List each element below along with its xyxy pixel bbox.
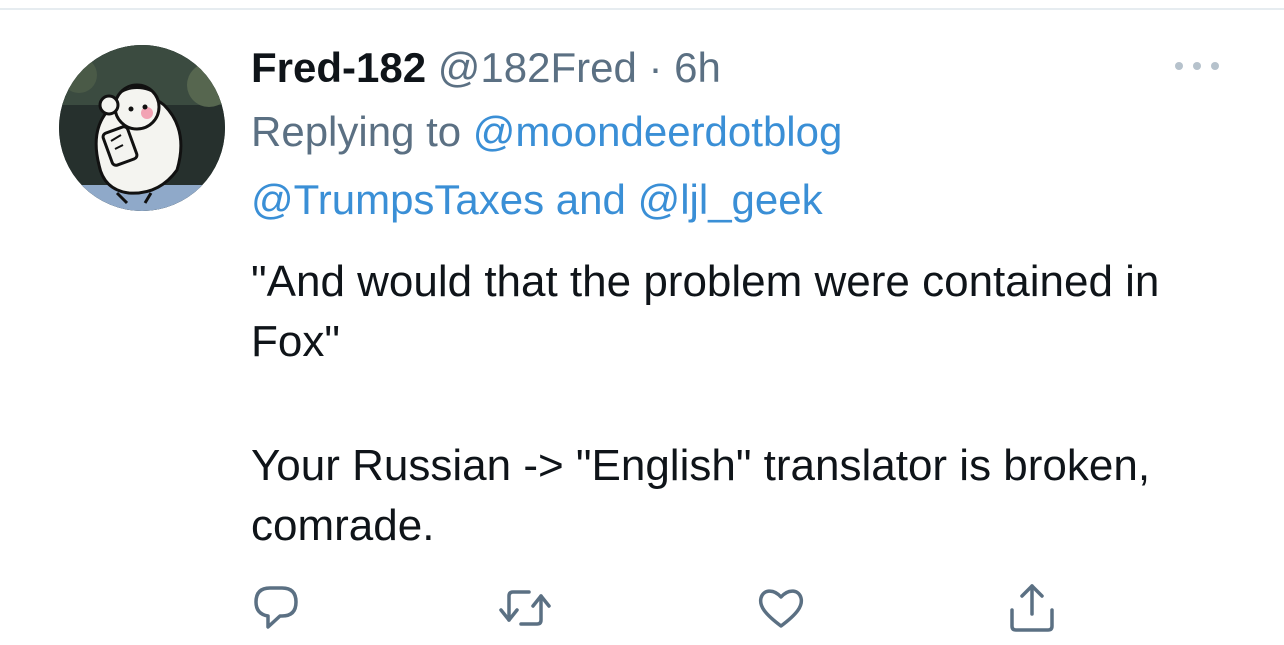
display-name[interactable]: Fred-182 (251, 44, 426, 91)
tweet-body: "And would that the problem were contain… (251, 252, 1241, 556)
and-connector: and (544, 176, 638, 223)
separator-text: · (648, 44, 663, 91)
mention-ljl-geek[interactable]: @ljl_geek (638, 176, 823, 223)
avatar-image (59, 45, 225, 211)
tweet-header: Fred-182 @182Fred · 6h (251, 38, 1241, 98)
share-upload-icon[interactable] (1004, 580, 1060, 636)
avatar[interactable] (59, 45, 225, 211)
reply-bubble-icon[interactable] (248, 580, 304, 636)
tweet-body-paragraph-2: Your Russian -> "English" translator is … (251, 441, 1151, 550)
replying-to-label: Replying to (251, 108, 473, 155)
mention-trumpstaxes[interactable]: @TrumpsTaxes (251, 176, 544, 223)
tweet-timestamp[interactable]: 6h (674, 44, 721, 91)
tweet-actions (0, 580, 1284, 636)
tweet-content: Fred-182 @182Fred · 6h Replying to @moon… (251, 38, 1241, 556)
replying-to-line-2: @TrumpsTaxes and @ljl_geek (251, 166, 1241, 234)
heart-icon[interactable] (753, 580, 809, 636)
retweet-icon[interactable] (497, 580, 553, 636)
tweet-card[interactable]: Fred-182 @182Fred · 6h Replying to @moon… (0, 0, 1284, 645)
mention-moondeerdotblog[interactable]: @moondeerdotblog (473, 108, 843, 155)
more-horizontal-icon[interactable] (1172, 56, 1222, 76)
separator-dot: · (637, 44, 674, 91)
user-handle[interactable]: @182Fred (438, 44, 637, 91)
replying-to-line-1: Replying to @moondeerdotblog (251, 98, 1241, 166)
top-divider (0, 8, 1284, 10)
tweet-body-paragraph-1: "And would that the problem were contain… (251, 257, 1160, 366)
